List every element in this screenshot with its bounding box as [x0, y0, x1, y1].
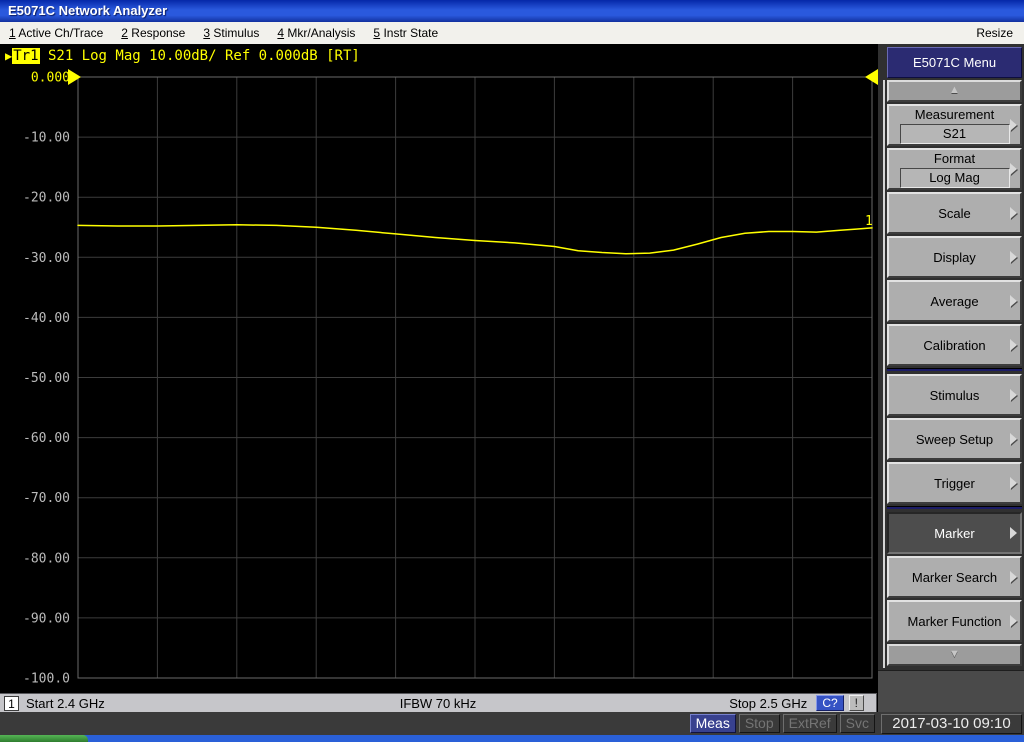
submenu-arrow-icon — [1010, 571, 1017, 583]
menu-bar-items: 1 Active Ch/Trace2 Response3 Stimulus4 M… — [0, 22, 447, 44]
softkey-button-average[interactable]: Average — [887, 280, 1022, 322]
softkey-button-sweep-setup[interactable]: Sweep Setup — [887, 418, 1022, 460]
softkey-label: Display — [933, 250, 976, 265]
instrument-status-bar: MeasStopExtRefSvc 2017-03-10 09:10 — [0, 712, 1024, 735]
channel-number-box: 1 — [4, 696, 19, 711]
softkey-scroll-track — [883, 80, 885, 668]
submenu-arrow-icon — [1010, 389, 1017, 401]
status-badge-svc: Svc — [840, 714, 875, 733]
y-axis-tick-label: -100.0 — [23, 672, 70, 687]
softkey-button-measurement[interactable]: Measurement S21 — [887, 104, 1022, 146]
softkey-button-marker-function[interactable]: Marker Function — [887, 600, 1022, 642]
y-axis-tick-label: -50.00 — [23, 371, 70, 386]
softkey-separator — [887, 368, 1022, 371]
softkey-scroll-up-button[interactable]: ▲ — [887, 80, 1022, 102]
softkey-label: Format — [934, 151, 975, 166]
channel-bar-right: Stop 2.5 GHz C? ! — [729, 695, 872, 711]
y-axis-tick-label: 0.000 — [31, 71, 70, 86]
graticule-svg: 0.000 -10.00 -20.00 -30.00 -40.00 -50.00 -60.0… — [0, 44, 878, 712]
menu-item-mkr-analysis[interactable]: 4 Mkr/Analysis — [268, 22, 364, 44]
softkey-label: Marker Function — [908, 614, 1002, 629]
channel-status-bar: 1 Start 2.4 GHz IFBW 70 kHz Stop 2.5 GHz… — [0, 693, 877, 712]
submenu-arrow-icon — [1010, 339, 1017, 351]
submenu-arrow-icon — [1010, 251, 1017, 263]
y-axis-tick-label: -40.00 — [23, 311, 70, 326]
menu-item-response[interactable]: 2 Response — [112, 22, 194, 44]
submenu-arrow-icon — [1010, 477, 1017, 489]
y-axis-tick-label: -60.00 — [23, 431, 70, 446]
submenu-arrow-icon — [1010, 615, 1017, 627]
status-badge-meas: Meas — [690, 714, 736, 733]
cal-status-badge: C? — [816, 695, 843, 711]
menu-item-stimulus[interactable]: 3 Stimulus — [194, 22, 268, 44]
trace-end-number-label: 1 — [865, 214, 873, 229]
windows-taskbar — [0, 735, 1024, 742]
submenu-arrow-icon — [1010, 433, 1017, 445]
softkey-column: ▲ Measurement S21 Format Log Mag Scale Displa… — [887, 80, 1022, 668]
softkey-button-scale[interactable]: Scale — [887, 192, 1022, 234]
menu-bar: 1 Active Ch/Trace2 Response3 Stimulus4 M… — [0, 22, 1024, 44]
softkey-menu-title: E5071C Menu — [887, 47, 1022, 78]
status-badges: MeasStopExtRefSvc — [690, 714, 875, 733]
softkey-label: Average — [930, 294, 978, 309]
softkey-button-marker-search[interactable]: Marker Search — [887, 556, 1022, 598]
scroll-down-icon: ▼ — [949, 648, 960, 660]
start-button[interactable] — [0, 735, 88, 742]
sidebar-filler — [878, 670, 1024, 712]
softkey-scroll-down-button[interactable]: ▼ — [887, 644, 1022, 666]
status-badge-stop: Stop — [739, 714, 780, 733]
softkey-label: Scale — [938, 206, 971, 221]
status-badge-extref: ExtRef — [783, 714, 837, 733]
softkey-value-s21: S21 — [900, 124, 1010, 144]
start-frequency-label: Start 2.4 GHz — [26, 696, 105, 711]
submenu-arrow-icon — [1010, 163, 1017, 175]
softkey-label: Stimulus — [930, 388, 980, 403]
menu-item-active-ch-trace[interactable]: 1 Active Ch/Trace — [0, 22, 112, 44]
softkey-sidebar: E5071C Menu ▲ Measurement S21 Format Log Ma… — [878, 44, 1024, 712]
y-axis-tick-label: -70.00 — [23, 491, 70, 506]
window-title: E5071C Network Analyzer — [8, 3, 167, 18]
softkey-button-marker[interactable]: Marker — [887, 512, 1022, 554]
datetime-display: 2017-03-10 09:10 — [881, 714, 1022, 734]
submenu-arrow-icon — [1010, 119, 1017, 131]
window-title-bar: E5071C Network Analyzer — [0, 0, 1024, 22]
softkey-label: Measurement — [915, 107, 994, 122]
menu-item-instr-state[interactable]: 5 Instr State — [364, 22, 447, 44]
y-axis-tick-label: -10.00 — [23, 131, 70, 146]
softkey-label: Marker Search — [912, 570, 997, 585]
softkey-button-stimulus[interactable]: Stimulus — [887, 374, 1022, 416]
softkey-button-calibration[interactable]: Calibration — [887, 324, 1022, 366]
scroll-up-icon: ▲ — [949, 84, 960, 96]
submenu-arrow-icon — [1010, 207, 1017, 219]
instrument-display: ▶Tr1 S21 Log Mag 10.00dB/ Ref 0.000dB [R… — [0, 44, 878, 712]
softkey-value-log-mag: Log Mag — [900, 168, 1010, 188]
softkey-separator — [887, 506, 1022, 509]
menu-item-resize[interactable]: Resize — [967, 22, 1024, 44]
softkey-button-trigger[interactable]: Trigger — [887, 462, 1022, 504]
y-axis-tick-label: -80.00 — [23, 551, 70, 566]
softkey-label: Marker — [934, 526, 974, 541]
y-axis-tick-label: -90.00 — [23, 611, 70, 626]
stop-frequency-label: Stop 2.5 GHz — [729, 696, 807, 711]
softkey-button-display[interactable]: Display — [887, 236, 1022, 278]
softkey-label: Sweep Setup — [916, 432, 993, 447]
submenu-arrow-icon — [1010, 295, 1017, 307]
y-axis-tick-label: -30.00 — [23, 251, 70, 266]
ref-level-marker-left-icon — [68, 69, 81, 85]
submenu-arrow-icon — [1010, 527, 1017, 539]
softkey-buttons: Measurement S21 Format Log Mag Scale Display A… — [887, 104, 1022, 642]
softkey-label: Trigger — [934, 476, 975, 491]
y-axis-tick-label: -20.00 — [23, 191, 70, 206]
warning-badge: ! — [849, 695, 864, 711]
softkey-label: Calibration — [923, 338, 985, 353]
e5071c-screen: E5071C Network Analyzer 1 Active Ch/Trac… — [0, 0, 1024, 742]
softkey-button-format[interactable]: Format Log Mag — [887, 148, 1022, 190]
